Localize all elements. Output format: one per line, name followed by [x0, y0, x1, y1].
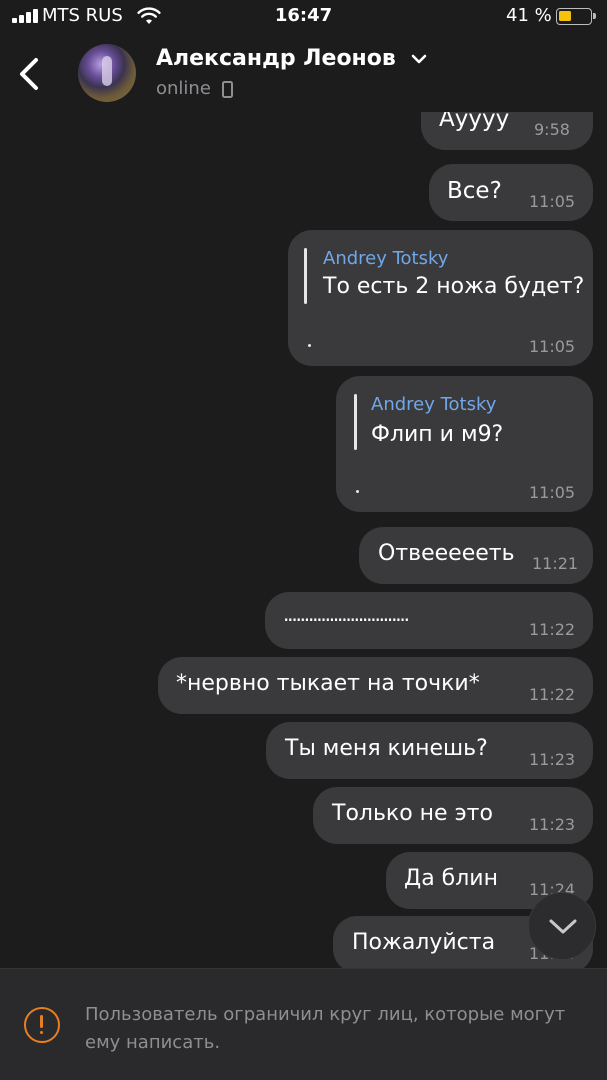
message-bubble[interactable]: Ауууу 9:58 — [421, 112, 593, 150]
message-text: .............................. — [283, 602, 410, 626]
warning-icon — [24, 1007, 60, 1043]
reply-message-bubble[interactable]: Andrey Totsky То есть 2 ножа будет? 11:0… — [288, 230, 593, 366]
chevron-left-icon[interactable] — [14, 54, 46, 94]
status-bar: MTS RUS 16:47 41 % — [0, 0, 607, 34]
message-text: *нервно тыкает на точки* — [176, 671, 480, 696]
message-time: 11:23 — [529, 750, 576, 769]
contact-name[interactable]: Александр Леонов — [156, 46, 396, 71]
reply-message-bubble[interactable]: Andrey Totsky Флип и м9? 11:05 — [336, 376, 593, 512]
reply-author[interactable]: Andrey Totsky — [323, 248, 448, 269]
attachment-dot — [308, 344, 311, 347]
chevron-down-icon — [549, 919, 577, 934]
message-bubble[interactable]: Все? 11:05 — [429, 164, 593, 221]
message-bubble[interactable]: Ты меня кинешь? 11:23 — [266, 722, 593, 779]
mobile-phone-icon — [222, 81, 233, 98]
chat-header: Александр Леонов online — [0, 34, 607, 112]
message-time: 11:05 — [529, 483, 576, 502]
message-text: Отвеееееть — [378, 541, 515, 566]
message-text: Да блин — [404, 866, 498, 891]
message-text: Ты меня кинешь? — [285, 736, 488, 761]
message-time: 11:21 — [532, 554, 579, 573]
message-text: Все? — [447, 178, 502, 204]
scroll-down-button[interactable] — [528, 892, 596, 960]
message-text: Пожалуйста — [352, 930, 496, 955]
chevron-down-icon[interactable] — [410, 50, 428, 68]
message-bubble[interactable]: Только не это 11:23 — [313, 787, 593, 844]
battery-percent: 41 % — [506, 5, 552, 26]
message-time: 9:58 — [534, 120, 570, 139]
message-list[interactable]: Ауууу 9:58 Все? 11:05 Andrey Totsky То е… — [0, 112, 607, 968]
attachment-dot — [356, 490, 359, 493]
reply-author[interactable]: Andrey Totsky — [371, 394, 496, 415]
message-time: 11:05 — [529, 337, 576, 356]
reply-quote-bar — [354, 394, 357, 450]
message-time: 11:22 — [529, 685, 576, 704]
restriction-text: Пользователь ограничил круг лиц, которые… — [85, 1004, 566, 1053]
restriction-notice: Пользователь ограничил круг лиц, которые… — [0, 968, 607, 1080]
message-text: Флип и м9? — [371, 422, 504, 447]
presence-status: online — [156, 78, 211, 99]
reply-quote-bar — [304, 248, 307, 304]
battery-icon — [556, 8, 596, 25]
message-bubble[interactable]: Отвеееееть 11:21 — [359, 527, 593, 584]
message-text: То есть 2 ножа будет? — [323, 274, 585, 299]
message-time: 11:23 — [529, 815, 576, 834]
message-bubble[interactable]: .............................. 11:22 — [265, 592, 593, 649]
message-time: 11:05 — [529, 192, 576, 211]
message-text: Ауууу — [439, 112, 510, 132]
message-bubble[interactable]: *нервно тыкает на точки* 11:22 — [158, 657, 593, 714]
avatar[interactable] — [78, 44, 136, 102]
message-text: Только не это — [332, 801, 493, 826]
message-time: 11:22 — [529, 620, 576, 639]
